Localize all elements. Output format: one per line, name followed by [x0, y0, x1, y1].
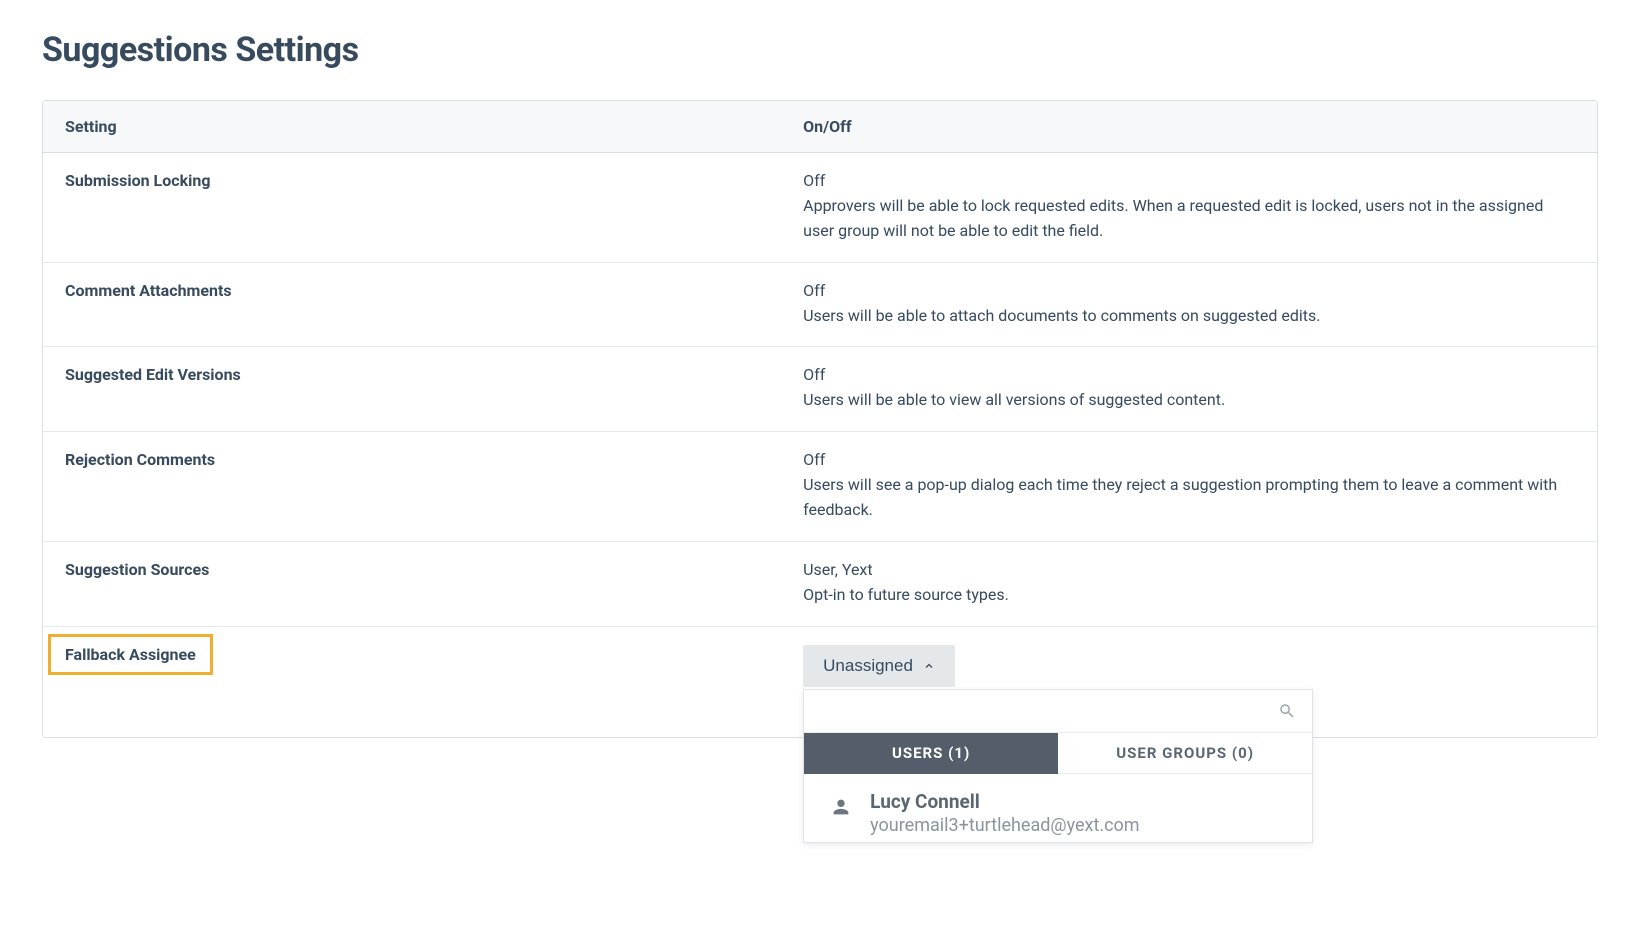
setting-rejection-comments: Rejection Comments: [65, 450, 759, 469]
status-comment-attachments: Off: [803, 281, 1575, 300]
chevron-up-icon: [923, 660, 935, 672]
setting-fallback-assignee: Fallback Assignee: [48, 634, 213, 675]
status-suggestion-sources: User, Yext: [803, 560, 1575, 579]
search-icon: [1278, 702, 1296, 720]
setting-suggestion-sources: Suggestion Sources: [65, 560, 759, 579]
table-row: Fallback Assignee Unassigned: [43, 627, 1597, 737]
setting-submission-locking: Submission Locking: [65, 171, 759, 190]
table-row: Submission Locking Off Approvers will be…: [43, 153, 1597, 263]
user-icon: [830, 796, 852, 818]
result-email: youremail3+turtlehead@yext.com: [870, 814, 1286, 837]
tabs-row: USERS (1) USER GROUPS (0): [804, 733, 1312, 774]
table-header: Setting On/Off: [43, 101, 1597, 153]
header-setting: Setting: [43, 101, 781, 152]
desc-suggestion-sources: Opt-in to future source types.: [803, 583, 1575, 608]
tab-users[interactable]: USERS (1): [804, 733, 1058, 774]
page-title: Suggestions Settings: [42, 30, 1598, 70]
table-row: Suggestion Sources User, Yext Opt-in to …: [43, 542, 1597, 627]
settings-table: Setting On/Off Submission Locking Off Ap…: [42, 100, 1598, 738]
tab-user-groups[interactable]: USER GROUPS (0): [1058, 733, 1312, 774]
search-input[interactable]: [820, 702, 1278, 720]
desc-comment-attachments: Users will be able to attach documents t…: [803, 304, 1575, 329]
setting-comment-attachments: Comment Attachments: [65, 281, 759, 300]
list-item[interactable]: Lucy Connell youremail3+turtlehead@yext.…: [804, 774, 1312, 842]
dropdown-popup: USERS (1) USER GROUPS (0) Lucy Connell y…: [803, 689, 1313, 843]
setting-suggested-edit-versions: Suggested Edit Versions: [65, 365, 759, 384]
unassigned-button[interactable]: Unassigned: [803, 645, 955, 687]
table-row: Comment Attachments Off Users will be ab…: [43, 263, 1597, 348]
status-rejection-comments: Off: [803, 450, 1575, 469]
result-name: Lucy Connell: [870, 790, 1286, 815]
search-row: [804, 690, 1312, 733]
desc-rejection-comments: Users will see a pop-up dialog each time…: [803, 473, 1575, 523]
desc-submission-locking: Approvers will be able to lock requested…: [803, 194, 1575, 244]
status-submission-locking: Off: [803, 171, 1575, 190]
fallback-assignee-dropdown: Unassigned USERS (1): [803, 645, 955, 687]
dropdown-button-label: Unassigned: [823, 656, 913, 676]
result-text: Lucy Connell youremail3+turtlehead@yext.…: [870, 790, 1286, 838]
desc-suggested-edit-versions: Users will be able to view all versions …: [803, 388, 1575, 413]
table-row: Suggested Edit Versions Off Users will b…: [43, 347, 1597, 432]
status-suggested-edit-versions: Off: [803, 365, 1575, 384]
table-row: Rejection Comments Off Users will see a …: [43, 432, 1597, 542]
header-onoff: On/Off: [781, 101, 1597, 152]
